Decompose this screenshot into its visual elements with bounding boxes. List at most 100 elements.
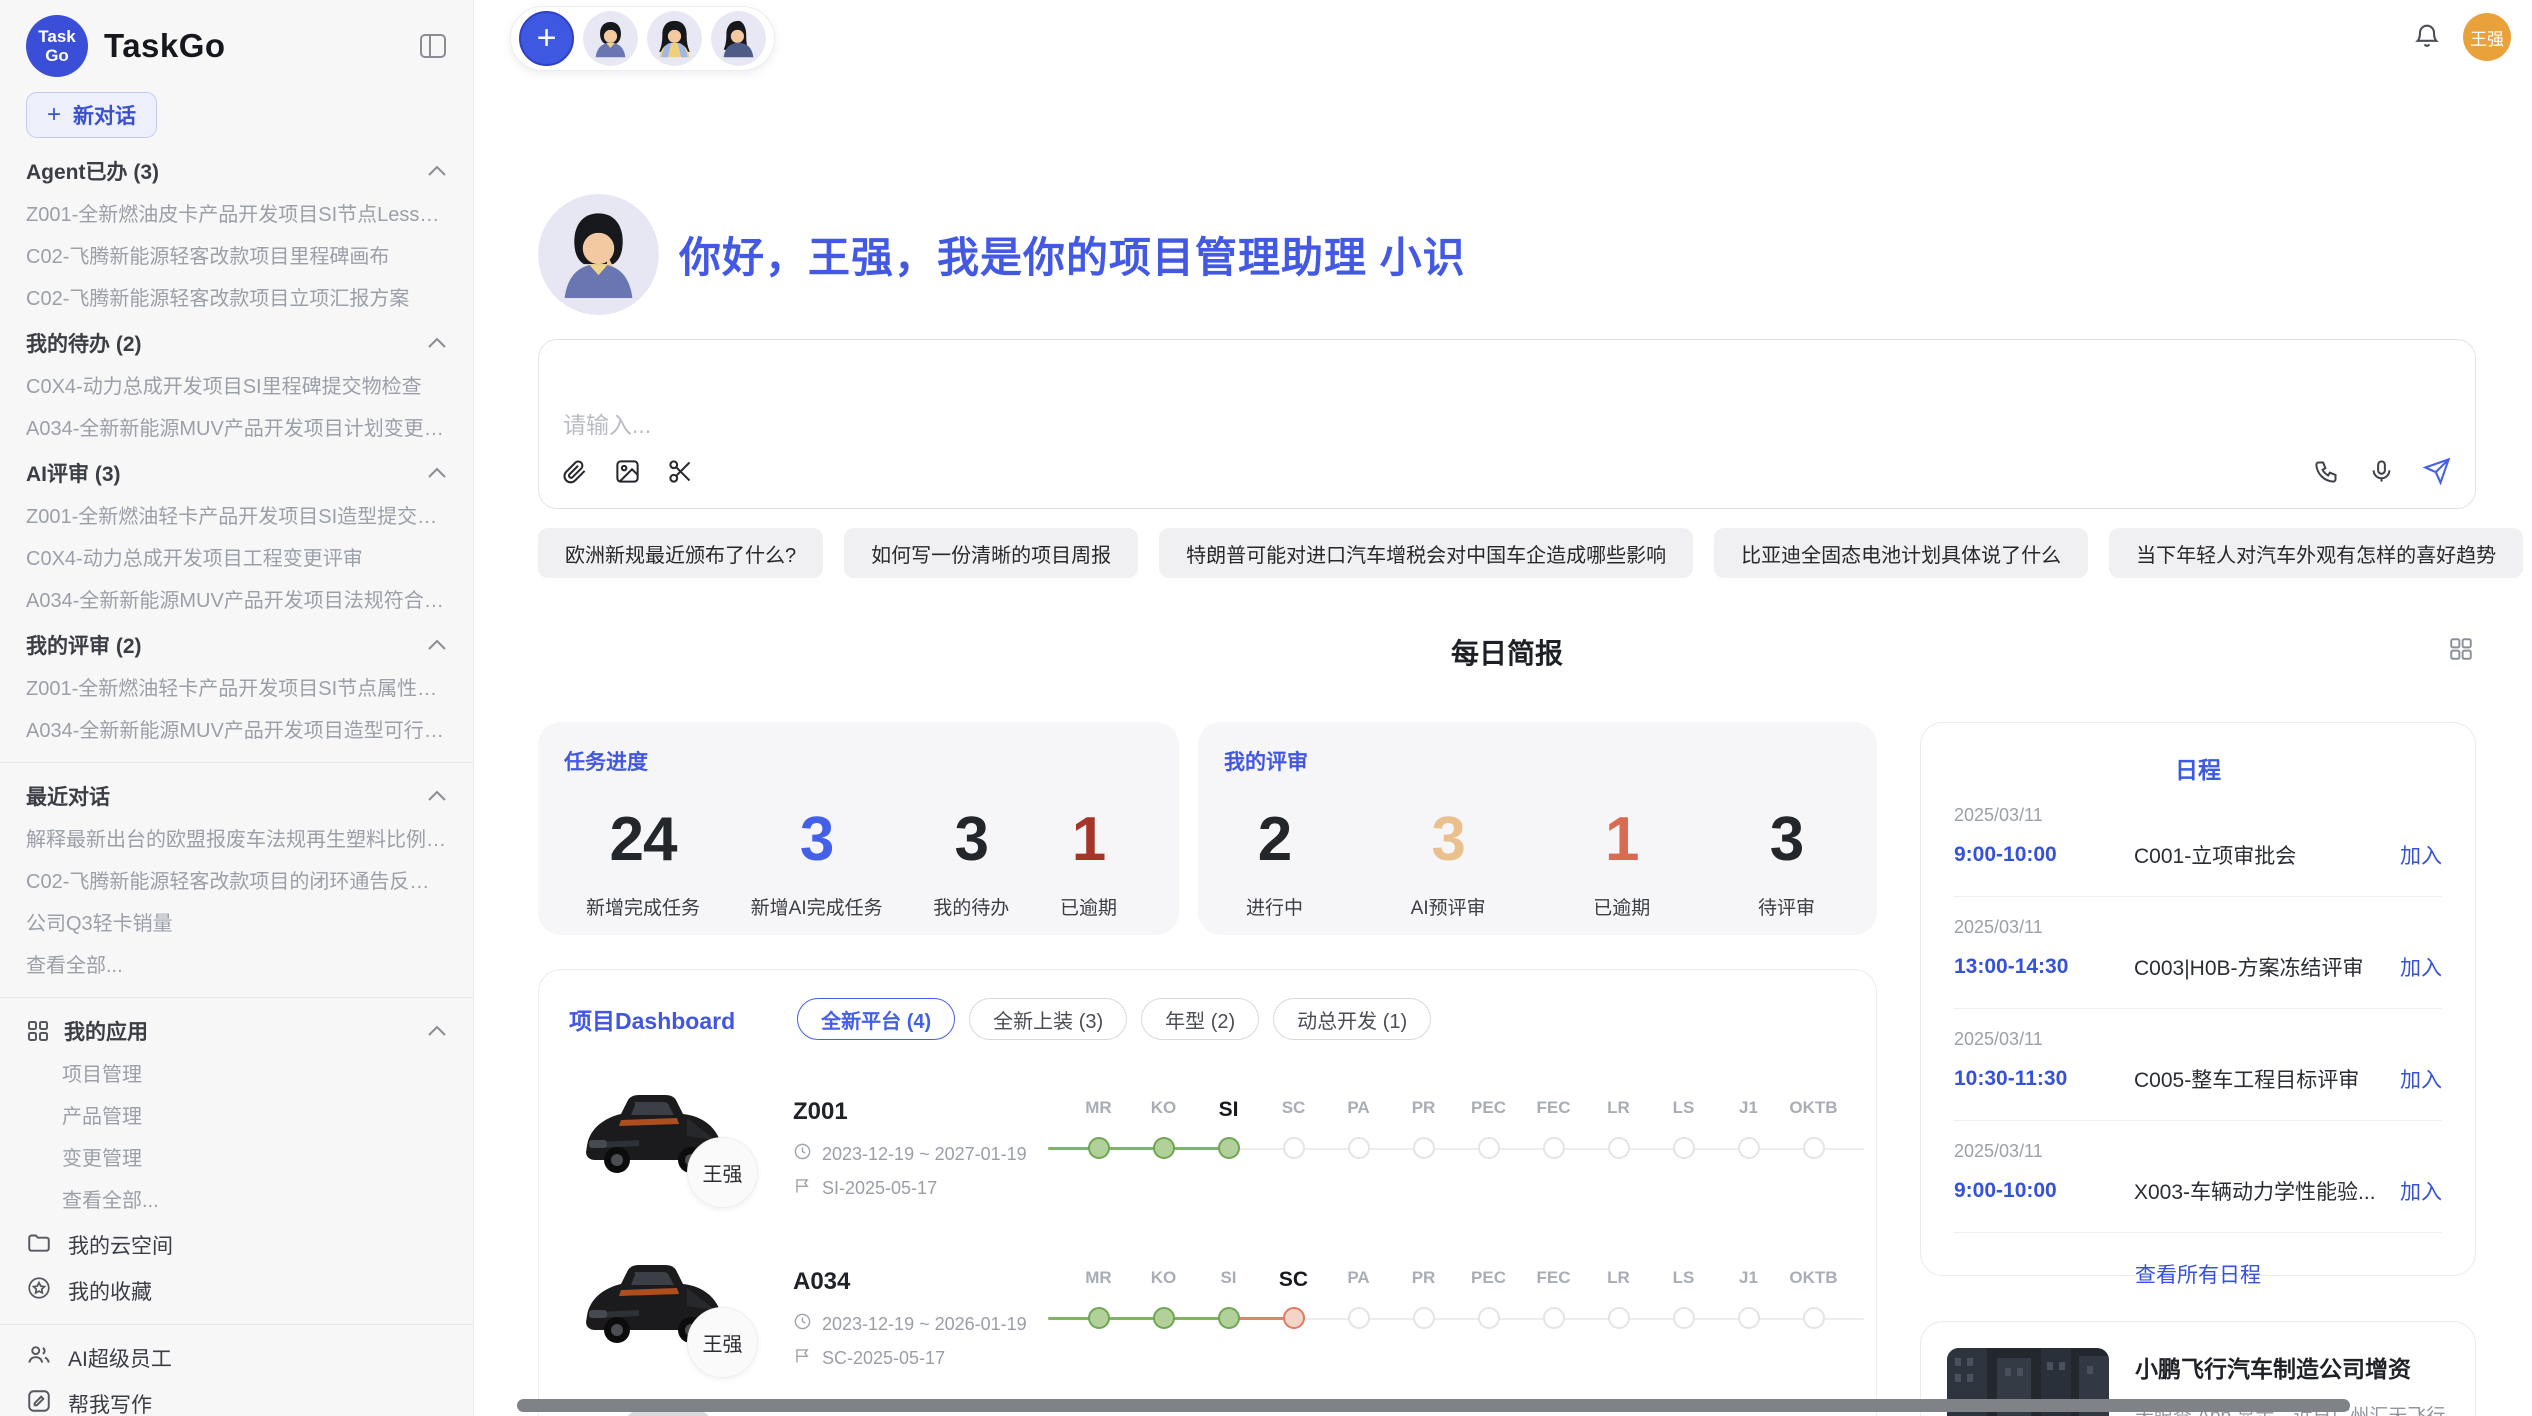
join-link[interactable]: 加入 [2400,952,2442,982]
horizontal-scrollbar[interactable] [517,1399,2350,1412]
chevron-up-icon[interactable] [427,790,447,802]
app-submenu-item[interactable]: 查看全部... [62,1180,447,1222]
view-all-schedule-link[interactable]: 查看所有日程 [1954,1259,2442,1289]
sidebar-item-my-apps[interactable]: 我的应用 [26,1008,447,1054]
dashboard-tab[interactable]: 全新平台 (4) [797,998,955,1040]
bell-icon[interactable] [2413,21,2441,54]
recent-header[interactable]: 最近对话 [26,773,447,819]
suggestion-chip[interactable]: 欧洲新规最近颁布了什么? [538,528,823,578]
suggestion-chip[interactable]: 特朗普可能对进口汽车增税会对中国车企造成哪些影响 [1159,528,1693,578]
schedule-date: 2025/03/11 [1954,805,2442,826]
chat-input-card[interactable]: 请输入... [538,339,2476,509]
project-owner-avatar[interactable]: 王强 [687,1307,758,1378]
sidebar-task-item[interactable]: C0X4-动力总成开发项目SI里程碑提交物检查 [26,366,447,408]
recent-conversation-item[interactable]: 查看全部... [26,945,447,987]
sidebar-task-item[interactable]: C02-飞腾新能源轻客改款项目立项汇报方案 [26,278,447,320]
sidebar-task-item[interactable]: A034-全新新能源MUV产品开发项目造型可行性评审 [26,710,447,752]
milestone-dot-fec[interactable] [1543,1307,1565,1329]
app-submenu-item[interactable]: 项目管理 [62,1054,447,1096]
milestone-dot-pa[interactable] [1348,1137,1370,1159]
sidebar-collapse-icon[interactable] [419,33,447,59]
milestone-label: OKTB [1781,1098,1846,1122]
section-header-3[interactable]: AI评审 (3) [26,450,447,496]
sidebar-item-cloud-folder[interactable]: 我的云空间 [26,1222,447,1268]
milestone-dot-pr[interactable] [1413,1307,1435,1329]
milestone-dot-mr[interactable] [1088,1137,1110,1159]
chevron-up-icon[interactable] [427,337,447,349]
layout-grid-icon[interactable] [2448,636,2474,667]
join-link[interactable]: 加入 [2400,1064,2442,1094]
stat-item: 1已逾期 [1593,804,1650,920]
send-icon[interactable] [2423,457,2451,490]
section-header-2[interactable]: 我的待办 (2) [26,320,447,366]
stat-value: 3 [933,804,1009,875]
sidebar-task-item[interactable]: Z001-全新燃油皮卡产品开发项目SI节点Lesson Learn报告 [26,194,447,236]
milestone-dot-ko[interactable] [1153,1307,1175,1329]
sidebar-task-item[interactable]: Z001-全新燃油轻卡产品开发项目SI造型提交物评审 [26,496,447,538]
section-header-1[interactable]: Agent已办 (3) [26,148,447,194]
phone-icon[interactable] [2313,458,2340,490]
section-title: Agent已办 (3) [26,156,159,186]
sidebar-task-item[interactable]: A034-全新新能源MUV产品开发项目法规符合性评审 [26,580,447,622]
add-assistant-button[interactable]: + [519,11,574,66]
sidebar-item-people[interactable]: AI超级员工 [26,1335,447,1381]
sidebar-task-item[interactable]: C02-飞腾新能源轻客改款项目里程碑画布 [26,236,447,278]
sidebar-task-item[interactable]: A034-全新新能源MUV产品开发项目计划变更表编写 [26,408,447,450]
new-chat-button[interactable]: + 新对话 [26,92,157,138]
app-submenu-item[interactable]: 变更管理 [62,1138,447,1180]
sidebar-task-item[interactable]: C0X4-动力总成开发项目工程变更评审 [26,538,447,580]
assistant-avatar-3[interactable] [711,11,766,66]
milestone-dot-fec[interactable] [1543,1137,1565,1159]
milestone-dot-pa[interactable] [1348,1307,1370,1329]
recent-conversation-item[interactable]: 公司Q3轻卡销量 [26,903,447,945]
dashboard-tab[interactable]: 全新上装 (3) [969,998,1127,1040]
milestone-dot-sc[interactable] [1283,1307,1305,1329]
sidebar-item-star-badge[interactable]: 我的收藏 [26,1268,447,1314]
milestone-dot-j1[interactable] [1738,1307,1760,1329]
sidebar-item-write[interactable]: 帮我写作 [26,1381,447,1416]
join-link[interactable]: 加入 [2400,1176,2442,1206]
suggestion-chip[interactable]: 如何写一份清晰的项目周报 [844,528,1138,578]
milestone-dot-ls[interactable] [1673,1137,1695,1159]
section-header-4[interactable]: 我的评审 (2) [26,622,447,668]
chevron-up-icon[interactable] [427,165,447,177]
milestone-dot-oktb[interactable] [1803,1307,1825,1329]
milestone-dot-si[interactable] [1218,1137,1240,1159]
milestone-dot-j1[interactable] [1738,1137,1760,1159]
chevron-up-icon[interactable] [427,467,447,479]
milestone-label: LR [1586,1098,1651,1122]
dashboard-tab[interactable]: 动总开发 (1) [1273,998,1431,1040]
chevron-up-icon[interactable] [427,1025,447,1037]
milestone-dot-ls[interactable] [1673,1307,1695,1329]
scissors-icon[interactable] [667,458,694,490]
dashboard-tab[interactable]: 年型 (2) [1141,998,1259,1040]
mic-icon[interactable] [2368,458,2395,490]
project-owner-avatar[interactable]: 王强 [687,1137,758,1208]
milestone-dot-mr[interactable] [1088,1307,1110,1329]
sidebar: Task Go TaskGo + 新对话 Agent已办 (3)Z001-全新燃… [0,0,474,1416]
join-link[interactable]: 加入 [2400,840,2442,870]
milestone-dot-oktb[interactable] [1803,1137,1825,1159]
milestone-dot-pec[interactable] [1478,1307,1500,1329]
milestone-dot-sc[interactable] [1283,1137,1305,1159]
milestone-dot-pr[interactable] [1413,1137,1435,1159]
greeting-block: 你好，王强，我是你的项目管理助理 小识 [538,194,2476,315]
attachment-icon[interactable] [561,458,588,490]
suggestion-chip[interactable]: 当下年轻人对汽车外观有怎样的喜好趋势 [2109,528,2523,578]
image-icon[interactable] [614,458,641,490]
app-submenu-item[interactable]: 产品管理 [62,1096,447,1138]
milestone-dot-pec[interactable] [1478,1137,1500,1159]
sidebar-task-item[interactable]: Z001-全新燃油轻卡产品开发项目SI节点属性5D文件评审 [26,668,447,710]
suggestion-chip[interactable]: 比亚迪全固态电池计划具体说了什么 [1714,528,2088,578]
milestone-dot-lr[interactable] [1608,1137,1630,1159]
user-avatar[interactable]: 王强 [2463,13,2511,61]
recent-conversation-item[interactable]: 解释最新出台的欧盟报废车法规再生塑料比例被调至15%... [26,819,447,861]
recent-conversation-item[interactable]: C02-飞腾新能源轻客改款项目的闭环通告反馈情况 [26,861,447,903]
milestone-dot-lr[interactable] [1608,1307,1630,1329]
milestone-dot-si[interactable] [1218,1307,1240,1329]
milestone-dot-ko[interactable] [1153,1137,1175,1159]
assistant-avatar-1[interactable] [583,11,638,66]
chevron-up-icon[interactable] [427,639,447,651]
assistant-avatar-2[interactable] [647,11,702,66]
recent-title: 最近对话 [26,781,110,811]
